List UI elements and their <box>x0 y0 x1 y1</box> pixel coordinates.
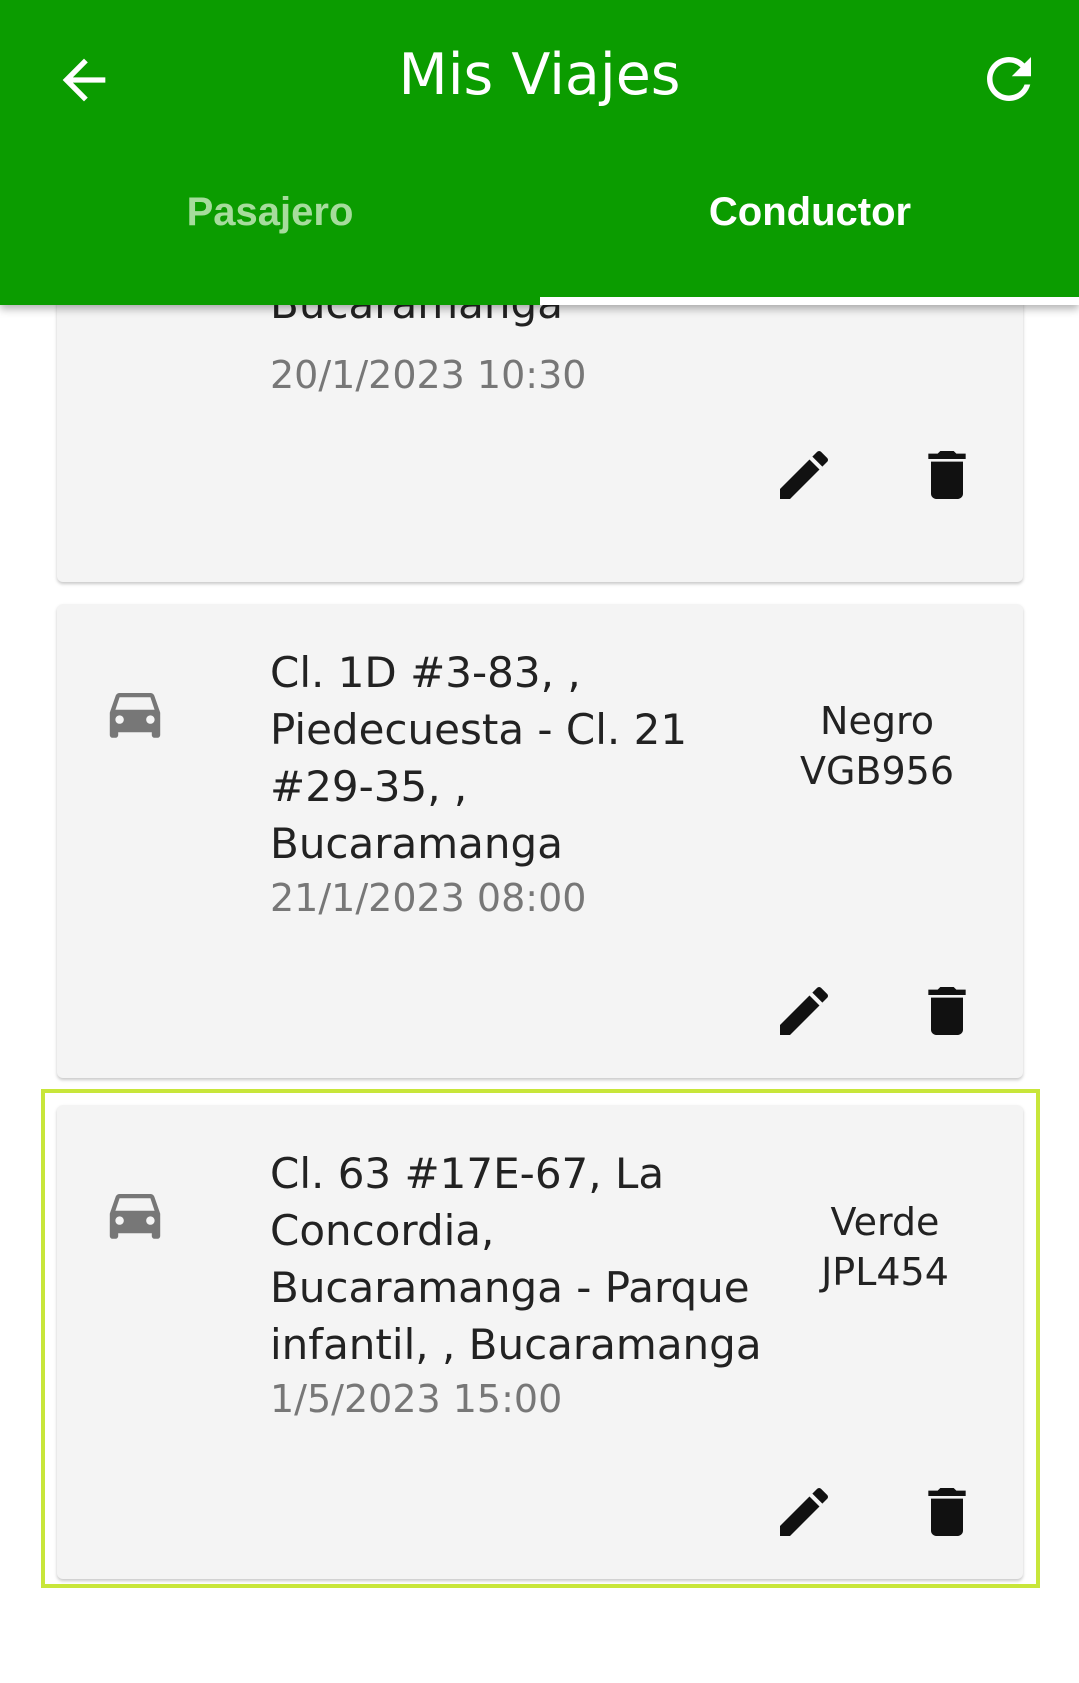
app-bar: Mis Viajes Pasajero Conductor <box>0 0 1079 305</box>
trash-icon <box>928 451 966 499</box>
vehicle-plate: VGB956 <box>799 749 955 793</box>
pencil-icon <box>780 450 829 499</box>
vehicle-color: Negro <box>820 699 934 743</box>
selection-highlight <box>41 1089 1040 1588</box>
delete-button[interactable] <box>915 979 979 1043</box>
trip-card: Bucaramanga 20/1/2023 10:30 <box>57 305 1023 582</box>
page-title: Mis Viajes <box>398 42 681 108</box>
trip-datetime: 21/1/2023 08:00 <box>270 876 587 920</box>
address-line: Piedecuesta - Cl. 21 <box>270 705 688 754</box>
tab-indicator <box>540 297 1079 305</box>
edit-button[interactable] <box>772 443 836 507</box>
trip-card: Cl. 1D #3-83, , Piedecuesta - Cl. 21 #29… <box>57 604 1023 1078</box>
vehicle-info: Negro VGB956 <box>777 696 977 796</box>
tab-conductor[interactable]: Conductor <box>540 190 1079 235</box>
edit-button[interactable] <box>772 979 836 1043</box>
trash-icon <box>928 987 966 1035</box>
address-line: #29-35, , <box>270 762 468 811</box>
pencil-icon <box>780 986 829 1035</box>
refresh-icon <box>987 56 1031 101</box>
car-icon <box>107 689 163 739</box>
address-line: Cl. 1D #3-83, , <box>270 648 581 697</box>
trip-address: Bucaramanga <box>270 305 770 332</box>
trip-address: Cl. 1D #3-83, , Piedecuesta - Cl. 21 #29… <box>270 644 770 872</box>
tab-pasajero[interactable]: Pasajero <box>0 190 540 235</box>
trip-datetime: 20/1/2023 10:30 <box>270 353 587 397</box>
refresh-button[interactable] <box>976 46 1042 112</box>
delete-button[interactable] <box>915 443 979 507</box>
address-line: Bucaramanga <box>270 819 563 868</box>
